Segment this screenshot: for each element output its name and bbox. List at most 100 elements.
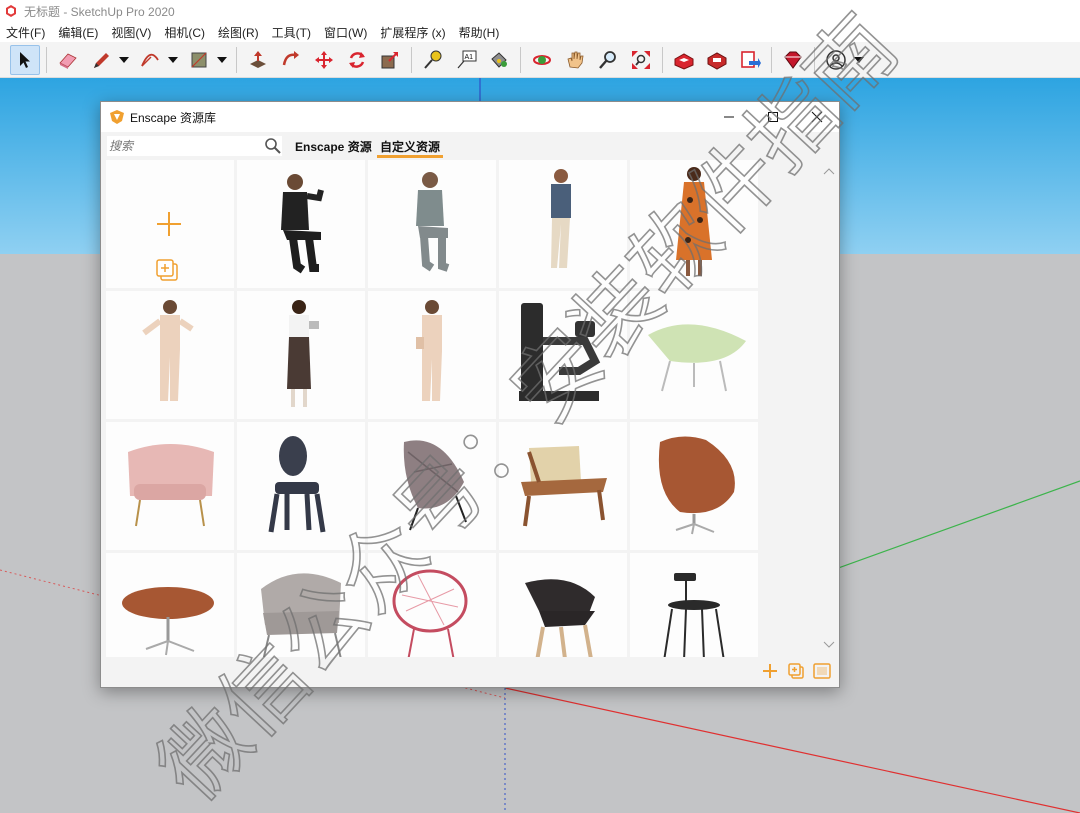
- text-tool-button[interactable]: A1: [451, 45, 481, 75]
- asset-acapulco-chair[interactable]: [368, 553, 496, 657]
- menu-view[interactable]: 视图(V): [111, 24, 151, 41]
- follow-me-tool-button[interactable]: [276, 45, 306, 75]
- chair-figure: [128, 444, 214, 527]
- add-asset-tile[interactable]: [106, 160, 234, 288]
- rectangle-dropdown[interactable]: [217, 45, 227, 75]
- eraser-icon: [59, 53, 77, 69]
- user-account-button[interactable]: [821, 45, 851, 75]
- user-icon: [826, 49, 846, 70]
- asset-ghost-chair[interactable]: [237, 422, 365, 550]
- scroll-down-icon: [823, 641, 835, 648]
- paint-bucket-tool-button[interactable]: [484, 45, 514, 75]
- toolbar-separator: [520, 46, 521, 73]
- rectangle-tool-button[interactable]: [184, 45, 214, 75]
- window-title: 无标题 - SketchUp Pro 2020: [24, 4, 175, 19]
- text-icon: A1: [457, 50, 477, 68]
- asset-shell-chair[interactable]: [499, 553, 627, 657]
- equipment-figure: [519, 303, 601, 401]
- search-icon[interactable]: [264, 137, 282, 155]
- asset-gym-machine[interactable]: [499, 291, 627, 419]
- minimize-button[interactable]: [707, 102, 751, 132]
- enscape-logo-icon: [110, 110, 124, 124]
- rectangle-icon: [191, 52, 207, 67]
- tape-measure-icon: [424, 50, 442, 69]
- tape-measure-tool-button[interactable]: [418, 45, 448, 75]
- pencil-dropdown[interactable]: [119, 45, 129, 75]
- asset-grid-scrollbar[interactable]: [821, 160, 837, 657]
- close-button[interactable]: [795, 102, 839, 132]
- push-pull-tool-button[interactable]: [243, 45, 273, 75]
- tab-enscape-assets[interactable]: Enscape 资源: [295, 138, 372, 158]
- person-figure: [416, 172, 450, 272]
- chair-figure: [268, 436, 326, 533]
- scale-icon: [381, 51, 398, 68]
- asset-egg-footstool[interactable]: [106, 553, 234, 657]
- asset-library-title: Enscape 资源库: [130, 110, 217, 125]
- menu-bar: 文件(F) 编辑(E) 视图(V) 相机(C) 绘图(R) 工具(T) 窗口(W…: [0, 22, 1080, 42]
- menu-tools[interactable]: 工具(T): [272, 24, 311, 41]
- asset-woman-apron-tablet[interactable]: [237, 291, 365, 419]
- asset-green-shell-chair[interactable]: [630, 291, 758, 419]
- send-to-layout-button[interactable]: [735, 45, 765, 75]
- orbit-tool-button[interactable]: [527, 45, 557, 75]
- search-row: Enscape 资源 自定义资源: [107, 134, 833, 158]
- tab-custom-assets[interactable]: 自定义资源: [377, 138, 444, 158]
- search-input[interactable]: [107, 136, 282, 156]
- menu-camera[interactable]: 相机(C): [164, 24, 205, 41]
- zoom-tool-button[interactable]: [593, 45, 623, 75]
- menu-draw[interactable]: 绘图(R): [218, 24, 259, 41]
- orbit-icon: [533, 54, 551, 65]
- title-bar: 无标题 - SketchUp Pro 2020: [0, 0, 1080, 22]
- zoom-extents-icon: [632, 50, 650, 69]
- add-asset-button[interactable]: [759, 661, 781, 681]
- person-figure: [281, 174, 324, 274]
- pencil-tool-button[interactable]: [86, 45, 116, 75]
- arc-dropdown[interactable]: [168, 45, 178, 75]
- asset-womb-chair[interactable]: [237, 553, 365, 657]
- scale-tool-button[interactable]: [375, 45, 405, 75]
- menu-edit[interactable]: 编辑(E): [58, 24, 98, 41]
- toolbar-separator: [814, 46, 815, 73]
- asset-woman-floral-dress[interactable]: [630, 160, 758, 288]
- red-axis: [504, 687, 1080, 813]
- asset-man-seated-jacket[interactable]: [237, 160, 365, 288]
- menu-window[interactable]: 窗口(W): [324, 24, 367, 41]
- move-tool-button[interactable]: [309, 45, 339, 75]
- asset-man-standing-phone[interactable]: [499, 160, 627, 288]
- asset-pink-armchair[interactable]: [106, 422, 234, 550]
- chevron-down-icon: [854, 56, 864, 63]
- sketchup-logo-icon: [6, 5, 16, 17]
- rotate-tool-button[interactable]: [342, 45, 372, 75]
- asset-woman-beige-suit-gesturing[interactable]: [106, 291, 234, 419]
- eraser-tool-button[interactable]: [53, 45, 83, 75]
- chair-figure: [525, 579, 595, 657]
- arc-tool-button[interactable]: [135, 45, 165, 75]
- asset-man-seated-phone[interactable]: [368, 160, 496, 288]
- select-tool-button[interactable]: [10, 44, 40, 75]
- arc-icon: [141, 53, 159, 66]
- extension-manager-button[interactable]: [778, 45, 808, 75]
- menu-file[interactable]: 文件(F): [6, 24, 45, 41]
- asset-black-bar-stool[interactable]: [630, 553, 758, 657]
- asset-library-title-bar[interactable]: Enscape 资源库: [101, 102, 839, 132]
- move-icon: [315, 50, 333, 69]
- menu-extensions[interactable]: 扩展程序 (x): [380, 24, 445, 41]
- chevron-down-icon: [119, 56, 129, 63]
- select-icon: [20, 51, 30, 68]
- chair-figure: [392, 569, 468, 657]
- zoom-extents-tool-button[interactable]: [626, 45, 656, 75]
- 3d-warehouse-button[interactable]: [669, 45, 699, 75]
- pan-tool-button[interactable]: [560, 45, 590, 75]
- import-asset-button[interactable]: [785, 661, 807, 681]
- person-figure: [416, 300, 442, 401]
- maximize-button[interactable]: [751, 102, 795, 132]
- asset-gray-lounge-chair[interactable]: [368, 422, 496, 550]
- user-dropdown[interactable]: [854, 45, 864, 75]
- asset-egg-chair[interactable]: [630, 422, 758, 550]
- asset-folder-button[interactable]: [811, 661, 833, 681]
- chevron-down-icon: [168, 56, 178, 63]
- menu-help[interactable]: 帮助(H): [459, 24, 500, 41]
- extension-warehouse-button[interactable]: [702, 45, 732, 75]
- asset-rope-lounge-chair[interactable]: [499, 422, 627, 550]
- asset-woman-beige-suit-bag[interactable]: [368, 291, 496, 419]
